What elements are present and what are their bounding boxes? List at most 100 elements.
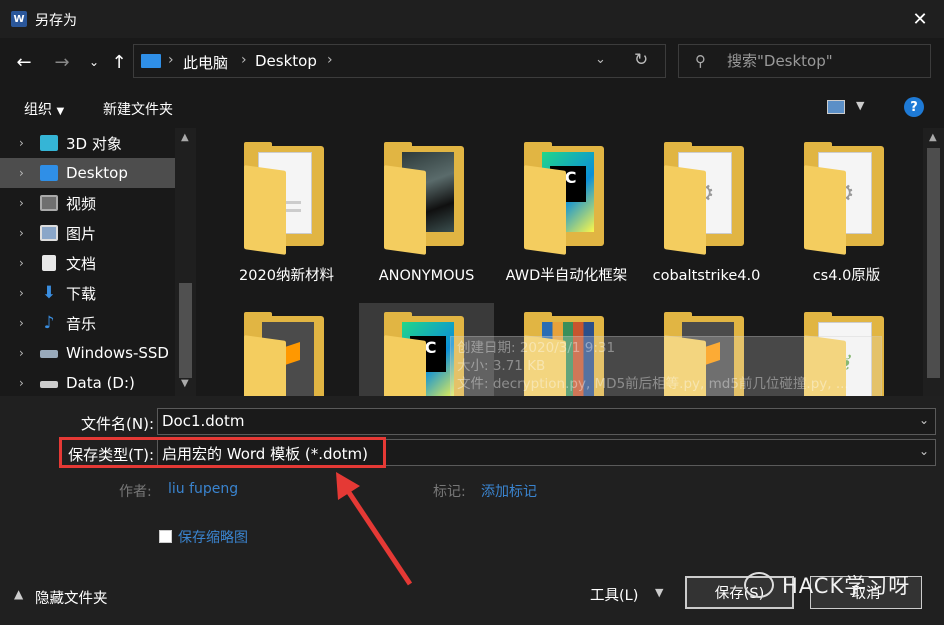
view-options-dropdown-icon[interactable]: ▼ bbox=[856, 99, 864, 112]
expand-chevron-icon[interactable]: › bbox=[19, 346, 24, 360]
help-icon[interactable]: ? bbox=[904, 97, 924, 117]
videos-icon bbox=[40, 195, 58, 211]
folder-icon: ⚙ bbox=[804, 142, 884, 255]
folder-item[interactable]: ⚙ cs4.0原版 bbox=[779, 136, 914, 301]
sidebar-item-3d-objects[interactable]: › 3D 对象 bbox=[0, 128, 175, 158]
breadcrumb-separator-icon[interactable]: › bbox=[168, 52, 174, 68]
folder-item[interactable]: ⚙ cobaltstrike4.0 bbox=[639, 136, 774, 301]
tools-menu[interactable]: 工具(L) bbox=[590, 584, 638, 605]
folder-icon bbox=[384, 142, 464, 255]
sidebar-item-videos[interactable]: › 视频 bbox=[0, 188, 175, 218]
file-list-scrollbar-thumb[interactable] bbox=[927, 148, 940, 378]
expand-chevron-icon[interactable]: › bbox=[19, 136, 24, 150]
sidebar-item-data-drive[interactable]: › Data (D:) bbox=[0, 368, 175, 396]
forward-arrow-icon[interactable]: → bbox=[50, 50, 74, 74]
wechat-logo-icon bbox=[744, 572, 774, 598]
file-name: ANONYMOUS bbox=[378, 268, 475, 284]
sidebar-item-label: 音乐 bbox=[66, 314, 97, 333]
file-name: AWD半自动化框架 bbox=[505, 268, 628, 284]
chevron-down-icon: ▼ bbox=[56, 106, 65, 117]
save-thumbnail-label[interactable]: 保存缩略图 bbox=[178, 527, 248, 547]
sidebar-item-label: Windows-SSD ( bbox=[66, 344, 180, 362]
chevron-up-icon[interactable]: ▲ bbox=[14, 587, 23, 601]
chevron-down-icon[interactable]: ▼ bbox=[655, 586, 663, 599]
sidebar-item-desktop[interactable]: › Desktop bbox=[0, 158, 175, 188]
save-thumbnail-checkbox[interactable] bbox=[159, 530, 172, 543]
expand-chevron-icon[interactable]: › bbox=[19, 256, 24, 270]
sidebar-item-label: 视频 bbox=[66, 194, 97, 213]
sidebar-item-documents[interactable]: › 文档 bbox=[0, 248, 175, 278]
scroll-down-icon[interactable]: ▼ bbox=[181, 378, 189, 389]
folder-item[interactable]: 2020纳新材料 bbox=[219, 136, 354, 301]
music-icon: ♪ bbox=[43, 313, 55, 333]
navigation-bar: ← → ⌄ ↑ › 此电脑 › Desktop › ⌄ ↻ ⚲ bbox=[0, 38, 944, 86]
drive-icon bbox=[40, 350, 58, 358]
breadcrumb-this-pc[interactable]: 此电脑 bbox=[183, 52, 228, 73]
documents-icon bbox=[42, 255, 56, 271]
organize-label: 组织 bbox=[24, 102, 52, 118]
folder-icon: ⚙ bbox=[664, 142, 744, 255]
back-arrow-icon[interactable]: ← bbox=[12, 50, 36, 74]
tooltip-files: 文件: decryption.py, MD5前后相等.py, md5前几位碰撞.… bbox=[457, 376, 849, 392]
expand-chevron-icon[interactable]: › bbox=[19, 376, 24, 390]
filename-label: 文件名(N): bbox=[81, 415, 154, 433]
new-folder-button[interactable]: 新建文件夹 bbox=[103, 99, 173, 119]
tags-label: 标记: bbox=[433, 484, 466, 500]
expand-chevron-icon[interactable]: › bbox=[19, 196, 24, 210]
tooltip-size: 大小: 3.71 KB bbox=[457, 358, 546, 374]
this-pc-icon bbox=[141, 54, 161, 68]
search-input[interactable] bbox=[727, 51, 922, 71]
sidebar-item-windows-ssd[interactable]: › Windows-SSD ( bbox=[0, 338, 180, 368]
sidebar-item-pictures[interactable]: › 图片 bbox=[0, 218, 175, 248]
desktop-icon bbox=[40, 165, 58, 181]
address-bar[interactable]: › 此电脑 › Desktop › ⌄ ↻ bbox=[133, 44, 666, 78]
sidebar-item-label: 下载 bbox=[66, 284, 97, 303]
expand-chevron-icon[interactable]: › bbox=[19, 316, 24, 330]
watermark-text: HACK学习呀 bbox=[782, 574, 911, 598]
organize-menu[interactable]: 组织 ▼ bbox=[24, 99, 64, 119]
sidebar-item-label: Data (D:) bbox=[66, 374, 135, 392]
up-arrow-icon[interactable]: ↑ bbox=[107, 50, 131, 74]
chevron-down-icon[interactable]: ⌄ bbox=[919, 413, 929, 427]
filename-field[interactable]: Doc1.dotm ⌄ bbox=[157, 408, 936, 435]
address-dropdown-icon[interactable]: ⌄ bbox=[595, 52, 606, 67]
file-name: 2020纳新材料 bbox=[239, 268, 334, 284]
file-name: cobaltstrike4.0 bbox=[652, 268, 761, 284]
recent-locations-chevron-icon[interactable]: ⌄ bbox=[82, 50, 106, 74]
sidebar-item-music[interactable]: › ♪ 音乐 bbox=[0, 308, 175, 338]
hide-folders-toggle[interactable]: 隐藏文件夹 bbox=[35, 587, 108, 608]
folder-icon bbox=[244, 142, 324, 255]
expand-chevron-icon[interactable]: › bbox=[19, 166, 24, 180]
add-tags-link[interactable]: 添加标记 bbox=[481, 481, 537, 501]
sidebar-item-downloads[interactable]: › ⬇ 下载 bbox=[0, 278, 175, 308]
scroll-up-icon[interactable]: ▲ bbox=[929, 132, 937, 143]
search-box[interactable]: ⚲ bbox=[678, 44, 931, 78]
sidebar-scrollbar-thumb[interactable] bbox=[179, 283, 192, 378]
3d-objects-icon bbox=[40, 135, 58, 151]
folder-item[interactable]: PC AWD半自动化框架 bbox=[499, 136, 634, 301]
close-button[interactable]: ✕ bbox=[906, 6, 934, 32]
highlight-box bbox=[59, 437, 386, 468]
filename-input[interactable]: Doc1.dotm bbox=[162, 412, 244, 430]
folder-info-tooltip: 创建日期: 2020/3/1 9:31 大小: 3.71 KB 文件: decr… bbox=[450, 336, 882, 398]
change-view-icon[interactable] bbox=[827, 100, 845, 114]
tooltip-created-date: 创建日期: 2020/3/1 9:31 bbox=[457, 340, 616, 356]
folder-item[interactable]: ANONYMOUS bbox=[359, 136, 494, 301]
expand-chevron-icon[interactable]: › bbox=[19, 286, 24, 300]
refresh-icon[interactable]: ↻ bbox=[634, 50, 648, 70]
drive-icon bbox=[40, 381, 58, 388]
author-value[interactable]: liu fupeng bbox=[168, 481, 238, 497]
sidebar-item-label: Desktop bbox=[66, 164, 128, 182]
breadcrumb-desktop[interactable]: Desktop bbox=[255, 52, 317, 70]
folder-icon: PC bbox=[524, 142, 604, 255]
chevron-down-icon[interactable]: ⌄ bbox=[919, 444, 929, 458]
file-name: cs4.0原版 bbox=[812, 268, 881, 284]
breadcrumb-separator-icon[interactable]: › bbox=[327, 52, 333, 68]
breadcrumb-separator-icon[interactable]: › bbox=[241, 52, 247, 68]
expand-chevron-icon[interactable]: › bbox=[19, 226, 24, 240]
watermark: HACK学习呀 bbox=[744, 570, 910, 600]
folder-icon bbox=[244, 312, 324, 396]
scroll-up-icon[interactable]: ▲ bbox=[181, 132, 189, 143]
navigation-pane: › 3D 对象 › Desktop › 视频 › 图片 › 文档 › ⬇ 下载 … bbox=[0, 128, 196, 396]
folder-item[interactable] bbox=[219, 306, 354, 396]
